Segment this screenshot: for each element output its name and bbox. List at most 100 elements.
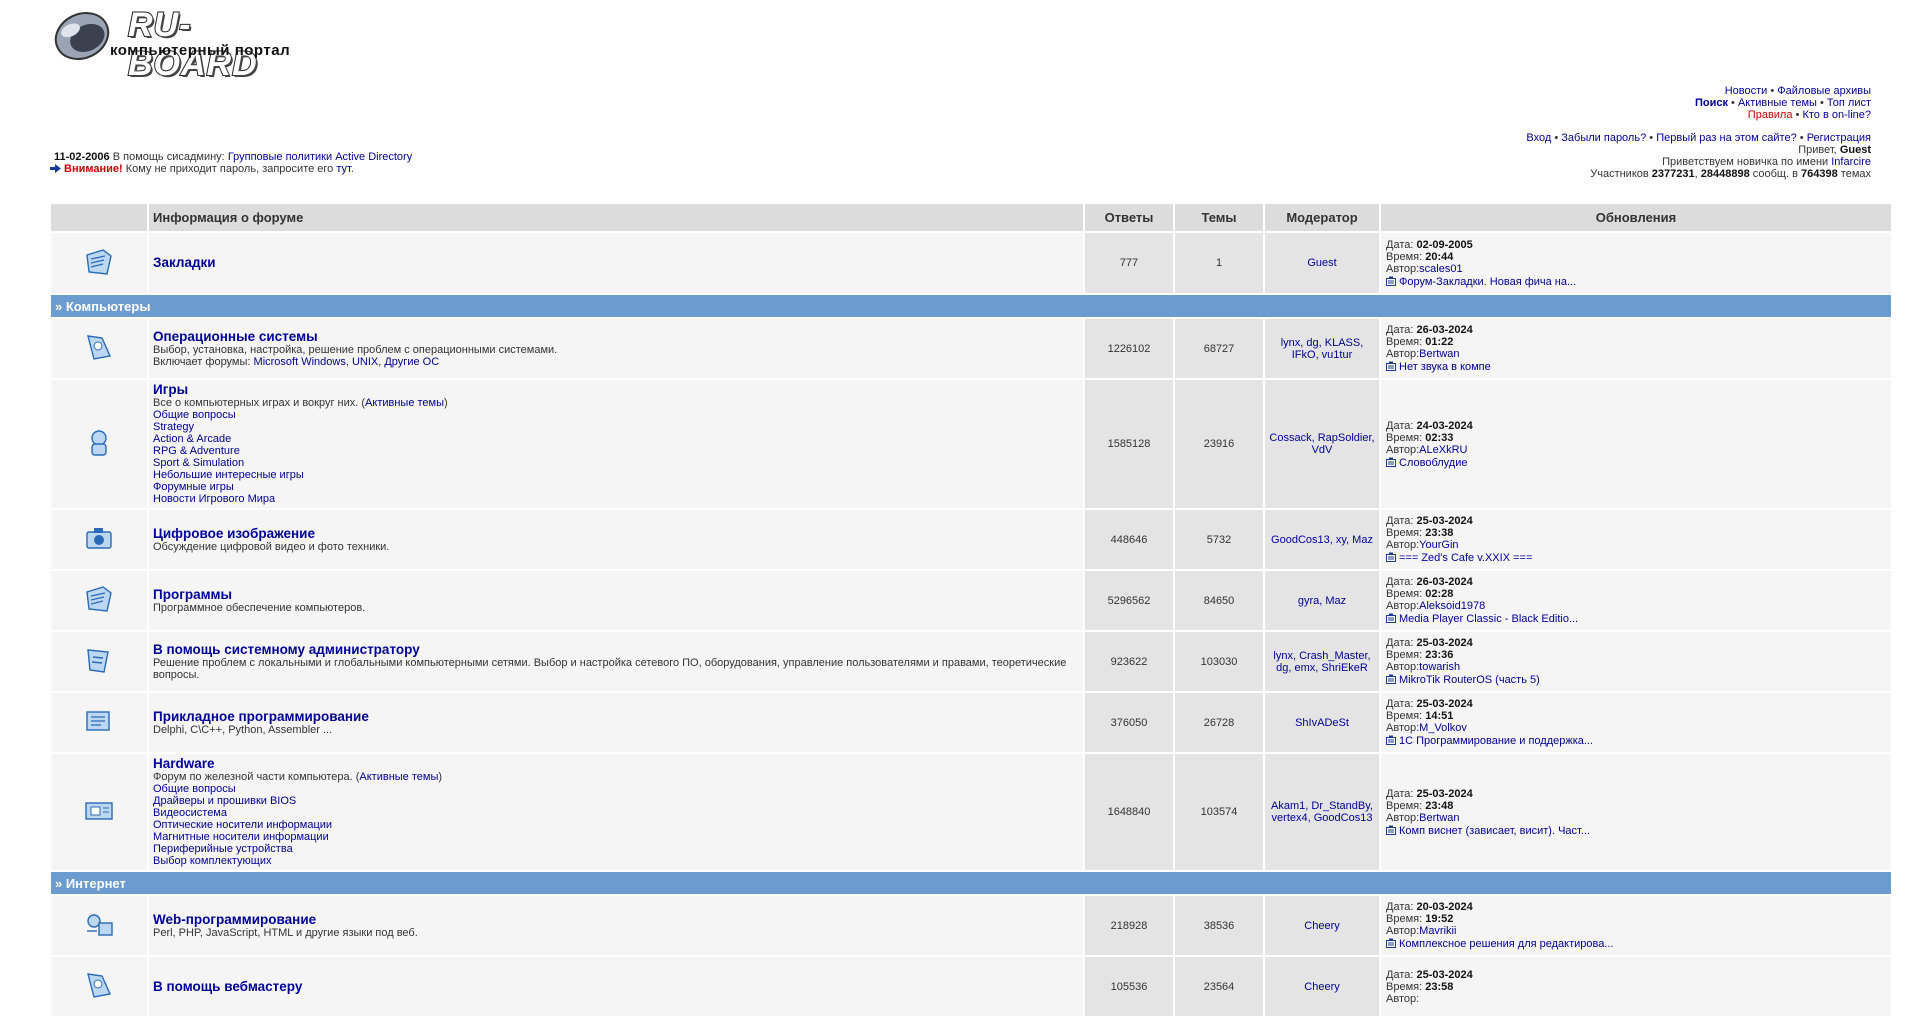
subforum-link[interactable]: Видеосистема <box>153 807 1079 819</box>
subforum-link[interactable]: Форумные игры <box>153 481 1079 493</box>
forum-info: Программы Программное обеспечение компьют… <box>149 571 1083 630</box>
nav-top-list[interactable]: Топ лист <box>1827 97 1871 109</box>
author-label: Автор: <box>1386 600 1420 612</box>
included-forum-link[interactable]: Microsoft Windows <box>254 356 346 368</box>
subforum-link[interactable]: Оптические носители информации <box>153 819 1079 831</box>
update-author[interactable]: Mavrikii <box>1419 925 1456 937</box>
subforum-link[interactable]: Новости Игрового Мира <box>153 493 1079 505</box>
forum-info: Web-программирование Perl, PHP, JavaScrip… <box>149 896 1083 955</box>
update-author[interactable]: Aleksoid1978 <box>1419 600 1485 612</box>
moderator-links[interactable]: Cheery <box>1304 920 1339 932</box>
active-topics-link[interactable]: Активные темы <box>359 771 438 783</box>
nav-who-online[interactable]: Кто в on-line? <box>1802 109 1871 121</box>
forum-title[interactable]: В помощь системному администратору <box>153 642 420 657</box>
stats-prefix: Участников <box>1590 168 1649 180</box>
site-logo[interactable]: RU-BOARD компьютерный портал <box>50 2 310 84</box>
forum-title[interactable]: Операционные системы <box>153 329 318 344</box>
forgot-password-link[interactable]: Забыли пароль? <box>1561 132 1646 144</box>
subforum-link[interactable]: Драйверы и прошивки BIOS <box>153 795 1079 807</box>
moderator-links[interactable]: Cossack, RapSoldier, VdV <box>1269 432 1374 456</box>
news-section: В помощь сисадмину: <box>112 151 225 163</box>
active-topics-link[interactable]: Активные темы <box>365 397 444 409</box>
forum-description: Форум по железной части компьютера. (Акт… <box>153 771 1079 783</box>
moderator-links[interactable]: gyra, Maz <box>1298 595 1346 607</box>
moderator-links[interactable]: Akam1, Dr_StandBy, vertex4, GoodCos13 <box>1271 800 1373 824</box>
update-last-topic[interactable]: Словоблудие <box>1399 457 1467 469</box>
update-last-topic[interactable]: Комп виснет (зависает, висит). Част... <box>1399 825 1590 837</box>
nav-news[interactable]: Новости <box>1725 85 1768 97</box>
update-time: 23:38 <box>1425 527 1454 539</box>
forum-description: Delphi, C\C++, Python, Assembler ... <box>153 724 1079 736</box>
subforum-link[interactable]: Периферийные устройства <box>153 843 1079 855</box>
update-author[interactable]: M_Volkov <box>1419 722 1467 734</box>
update-author[interactable]: scales01 <box>1419 263 1462 275</box>
date-label: Дата: <box>1386 968 1414 981</box>
forum-last-update: Дата: 25-03-2024 Время: 23:38 Автор:YourGi… <box>1381 510 1891 569</box>
forum-folder-icon <box>86 528 112 549</box>
moderator-links[interactable]: ShIvADeSt <box>1295 717 1349 729</box>
login-link[interactable]: Вход <box>1526 132 1551 144</box>
update-last-topic[interactable]: Нет звука в компе <box>1399 361 1491 373</box>
first-time-link[interactable]: Первый раз на этом сайте? <box>1656 132 1797 144</box>
news-link[interactable]: Групповые политики Active Directory <box>228 151 412 163</box>
header-icon-col <box>51 204 147 231</box>
category-title[interactable]: » Компьютеры <box>51 295 1891 317</box>
update-author[interactable]: YourGin <box>1419 539 1458 551</box>
newbie-name-link[interactable]: Infarcire <box>1831 156 1871 168</box>
forum-title[interactable]: Программы <box>153 587 232 602</box>
nav-file-archives[interactable]: Файловые архивы <box>1777 85 1871 97</box>
update-date: 20-03-2024 <box>1416 901 1473 913</box>
subforum-link[interactable]: Выбор комплектующих <box>153 855 1079 867</box>
subforum-link[interactable]: Общие вопросы <box>153 409 1079 421</box>
subforum-link[interactable]: Общие вопросы <box>153 783 1079 795</box>
update-last-topic[interactable]: Форум-Закладки. Новая фича на... <box>1399 276 1576 288</box>
included-forum-link[interactable]: Другие ОС <box>384 356 439 368</box>
forum-title[interactable]: Прикладное программирование <box>153 709 369 724</box>
moderator-links[interactable]: lynx, Crash_Master, dg, emx, ShriEkeR <box>1273 650 1370 674</box>
subforum-link[interactable]: Strategy <box>153 421 1079 433</box>
register-link[interactable]: Регистрация <box>1807 132 1871 144</box>
forum-icon-cell <box>51 510 147 569</box>
forum-replies: 105536 <box>1085 957 1173 1016</box>
forum-description-text: Обсуждение цифровой видео и фото техники… <box>153 540 390 553</box>
update-last-topic[interactable]: 1С Программирование и поддержка... <box>1399 735 1593 747</box>
update-author[interactable]: ALeXkRU <box>1419 444 1467 456</box>
forum-row: Игры Все о компьютерных играх и вокруг ни… <box>51 380 1891 508</box>
moderator-links[interactable]: lynx, dg, KLASS, IFkO, vu1tur <box>1281 337 1364 361</box>
nav-search[interactable]: Поиск <box>1695 97 1728 109</box>
header-moderator: Модератор <box>1265 204 1379 231</box>
subforum-link[interactable]: Магнитные носители информации <box>153 831 1079 843</box>
forum-title[interactable]: Hardware <box>153 756 215 771</box>
update-author[interactable]: towarish <box>1419 661 1460 673</box>
forum-folder-icon <box>85 801 113 820</box>
update-last-topic[interactable]: Media Player Classic - Black Editio... <box>1399 613 1578 625</box>
update-author[interactable]: Bertwan <box>1419 348 1459 360</box>
stats-topics-word: темах <box>1840 168 1871 180</box>
category-title[interactable]: » Интернет <box>51 872 1891 894</box>
subforum-link[interactable]: Action & Arcade <box>153 433 1079 445</box>
subforum-link[interactable]: Небольшие интересные игры <box>153 469 1079 481</box>
moderator-link[interactable]: Guest <box>1307 257 1336 269</box>
forum-title[interactable]: В помощь вебмастеру <box>153 979 302 994</box>
forum-title[interactable]: Цифровое изображение <box>153 526 315 541</box>
date-label: Дата: <box>1386 901 1414 913</box>
nav-rules[interactable]: Правила <box>1748 109 1793 121</box>
forum-title-bookmarks[interactable]: Закладки <box>153 255 216 270</box>
update-last-topic[interactable]: === Zed's Cafe v.XXIX === <box>1399 552 1532 564</box>
update-last-topic[interactable]: MikroTik RouterOS (часть 5) <box>1399 674 1540 686</box>
update-author[interactable]: Bertwan <box>1419 812 1459 824</box>
included-forum-link[interactable]: UNIX <box>352 356 378 368</box>
moderator-links[interactable]: GoodCos13, xy, Maz <box>1271 534 1373 546</box>
update-last-topic[interactable]: Комплексное решения для редактирова... <box>1399 938 1614 950</box>
forum-title[interactable]: Web-программирование <box>153 912 316 927</box>
moderator-links[interactable]: Cheery <box>1304 981 1339 993</box>
warning-link[interactable]: тут <box>336 163 350 175</box>
subforum-link[interactable]: RPG & Adventure <box>153 445 1079 457</box>
nav-active-topics[interactable]: Активные темы <box>1738 97 1817 109</box>
forum-title[interactable]: Игры <box>153 382 188 397</box>
time-label: Время: <box>1386 250 1423 263</box>
forum-topics: 23916 <box>1175 380 1263 508</box>
subforum-link[interactable]: Sport & Simulation <box>153 457 1079 469</box>
post-icon <box>1386 674 1396 684</box>
forum-replies: 376050 <box>1085 693 1173 752</box>
